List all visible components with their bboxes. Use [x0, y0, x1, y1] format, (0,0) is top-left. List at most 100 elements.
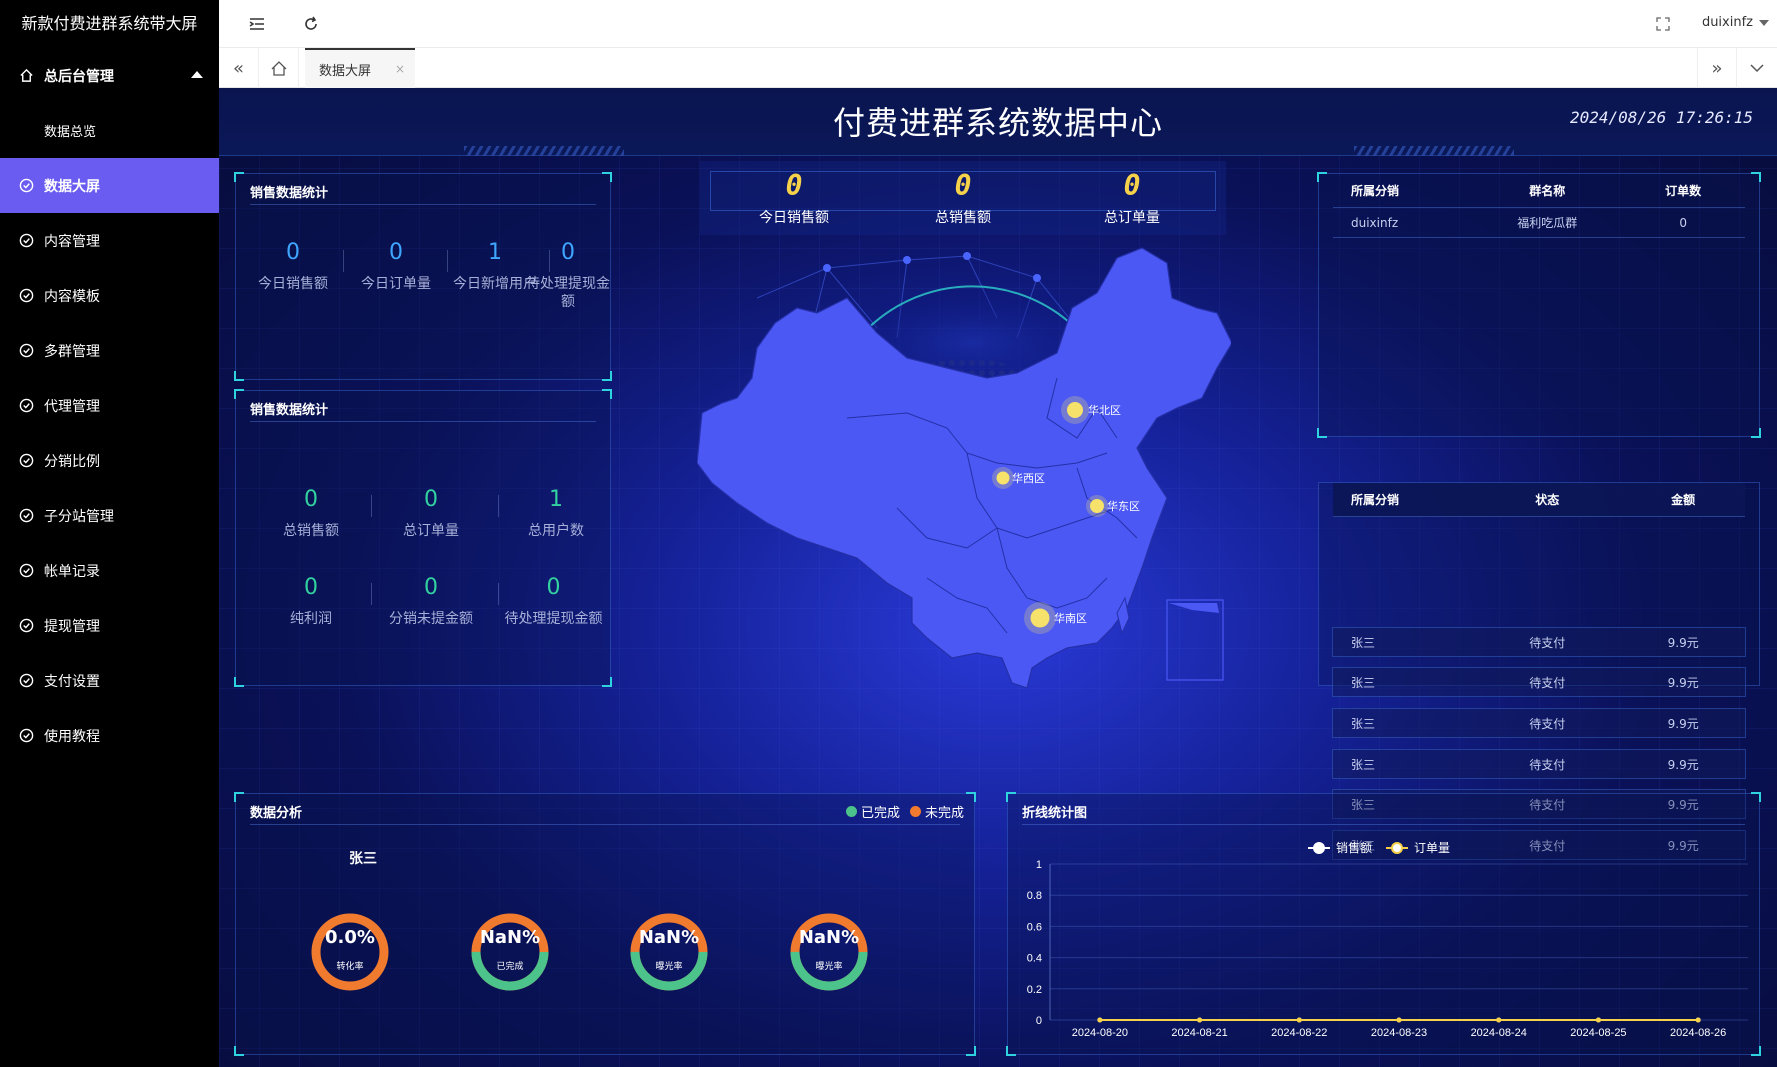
stat-net-profit: 0 纯利润 — [290, 575, 332, 627]
analysis-panel: 数据分析 已完成 未完成 张三 0.0% 转化率 NaN% 已完成 NaN% 曝光率 NaN… — [234, 792, 976, 1056]
china-map: 华北区 华西区 华东区 华南区 — [697, 247, 1231, 689]
table-row[interactable]: 张三 待支付 9.9元 — [1332, 667, 1746, 697]
sidebar-item-label: 支付设置 — [44, 673, 100, 690]
sidebar: 新款付费进群系统带大屏 总后台管理 数据总览 数据大屏 内容管理 内容模板 多群… — [0, 0, 219, 1067]
dashboard-title: 付费进群系统数据中心 — [832, 104, 1163, 142]
x-tick-label: 2024-08-26 — [1670, 1027, 1726, 1039]
analysis-person-name: 张三 — [349, 851, 377, 867]
sidebar-item-admin[interactable]: 总后台管理 — [0, 48, 219, 103]
table-row[interactable]: 张三 待支付 9.9元 — [1332, 627, 1746, 657]
sidebar-item-label: 总后台管理 — [44, 68, 114, 85]
dashboard-header: 付费进群系统数据中心 2024/08/26 17:26:15 — [219, 88, 1777, 156]
sidebar-item-payment[interactable]: 支付设置 — [0, 653, 219, 708]
tabs-scroll-left-icon[interactable]: « — [219, 48, 259, 88]
sidebar-item-tutorial[interactable]: 使用教程 — [0, 708, 219, 763]
top-bar: duixinfz — [219, 0, 1777, 48]
panel-title: 销售数据统计 — [250, 186, 329, 201]
series-point — [1695, 1017, 1701, 1023]
fullscreen-icon[interactable] — [1653, 14, 1673, 34]
sidebar-item-substations[interactable]: 子分站管理 — [0, 488, 219, 543]
series-point — [1396, 1017, 1402, 1023]
series-point — [1595, 1017, 1601, 1023]
chevron-down-icon[interactable] — [1759, 20, 1769, 26]
stat-pending-withdraw-total: 0 待处理提现金额 — [504, 575, 603, 627]
sidebar-item-groups[interactable]: 多群管理 — [0, 323, 219, 378]
table-row[interactable]: duixinfz 福利吃瓜群 0 — [1333, 208, 1745, 238]
y-tick-label: 0.2 — [1027, 984, 1042, 996]
panel-title: 数据分析 — [250, 806, 303, 821]
menu-fold-icon[interactable] — [247, 14, 267, 34]
shield-check-icon — [18, 233, 34, 249]
x-tick-label: 2024-08-21 — [1171, 1027, 1227, 1039]
sidebar-item-agents[interactable]: 代理管理 — [0, 378, 219, 433]
y-tick-label: 0.8 — [1027, 890, 1042, 902]
ring-label: 曝光率 — [815, 962, 843, 972]
sidebar-item-content[interactable]: 内容管理 — [0, 213, 219, 268]
chevron-up-icon — [191, 71, 203, 78]
tab-label: 数据大屏 — [319, 63, 372, 79]
shield-check-icon — [18, 673, 34, 689]
counter-today-sales: 0 今日销售额 — [759, 169, 829, 226]
shield-check-icon — [18, 398, 34, 414]
group-table-panel: 所属分销 群名称 订单数 duixinfz 福利吃瓜群 0 — [1317, 172, 1761, 438]
ring-value: 0.0% — [325, 927, 375, 948]
line-chart: 0 0.2 0.4 0.6 0.8 1 2024-08-20 2024-08-21 2024-0… — [1027, 840, 1748, 1039]
dashboard: 付费进群系统数据中心 2024/08/26 17:26:15 销售数据统计 0 … — [219, 88, 1777, 1067]
tabs-scroll-right-icon[interactable]: » — [1697, 48, 1737, 88]
refresh-icon[interactable] — [301, 14, 321, 34]
sidebar-item-label: 多群管理 — [44, 343, 100, 360]
stat-pending-withdraw: 0 待处理提现金额 — [526, 240, 610, 310]
donut-ring: 0.0% 转化率 — [305, 907, 395, 997]
stat-total-users: 1 总用户数 — [528, 487, 584, 539]
tab-bigscreen[interactable]: 数据大屏 × — [305, 48, 415, 88]
legend-swatch-incomplete — [910, 806, 922, 817]
sidebar-item-commission[interactable]: 分销比例 — [0, 433, 219, 488]
ring-value: NaN% — [798, 927, 860, 948]
y-tick-label: 0.6 — [1027, 921, 1042, 933]
tab-bar: « 数据大屏 × » — [219, 48, 1777, 88]
donut-ring: NaN% 曝光率 — [624, 907, 714, 997]
sidebar-item-overview[interactable]: 数据总览 — [0, 103, 219, 158]
stat-total-orders: 0 总订单量 — [403, 487, 459, 539]
stat-unwithdrawn-commission: 0 分销未提金额 — [389, 575, 473, 627]
counter-total-orders: 0 总订单量 — [1104, 169, 1160, 226]
tabs-dropdown-icon[interactable] — [1737, 48, 1777, 88]
y-tick-label: 0.4 — [1027, 953, 1042, 965]
stat-today-orders: 0 今日订单量 — [361, 240, 431, 292]
panel-title: 销售数据统计 — [250, 403, 329, 418]
close-icon[interactable]: × — [395, 62, 405, 76]
donut-ring: NaN% 曝光率 — [784, 907, 874, 997]
x-tick-label: 2024-08-20 — [1072, 1027, 1128, 1039]
dashboard-datetime: 2024/08/26 17:26:15 — [1569, 108, 1753, 127]
y-tick-label: 1 — [1036, 859, 1042, 871]
home-tab-icon[interactable] — [259, 48, 299, 88]
sidebar-item-bills[interactable]: 帐单记录 — [0, 543, 219, 598]
shield-check-icon — [18, 343, 34, 359]
header-stripe-decoration — [1354, 146, 1514, 156]
home-icon — [18, 68, 34, 84]
shield-check-icon — [18, 178, 34, 194]
legend-swatch-completed — [846, 806, 857, 817]
donut-ring: NaN% 已完成 — [465, 907, 555, 997]
shield-check-icon — [18, 508, 34, 524]
sidebar-item-label: 帐单记录 — [44, 563, 100, 580]
shield-check-icon — [18, 563, 34, 579]
ring-label: 已完成 — [496, 962, 524, 972]
sidebar-item-template[interactable]: 内容模板 — [0, 268, 219, 323]
x-tick-label: 2024-08-22 — [1271, 1027, 1327, 1039]
ring-value: NaN% — [638, 927, 700, 948]
shield-check-icon — [18, 728, 34, 744]
group-table-header: 所属分销 群名称 订单数 — [1333, 174, 1745, 208]
sales-stats-panel: 销售数据统计 0 今日销售额 0 今日订单量 1 今日新增用户 0 待处理提现金… — [234, 172, 612, 381]
region-label-south: 华南区 — [1054, 611, 1087, 625]
header-stripe-decoration — [464, 146, 624, 156]
sidebar-item-withdraw[interactable]: 提现管理 — [0, 598, 219, 653]
shield-check-icon — [18, 288, 34, 304]
table-row[interactable]: 张三 待支付 9.9元 — [1332, 708, 1746, 738]
sidebar-item-bigscreen[interactable]: 数据大屏 — [0, 158, 219, 213]
sidebar-item-label: 提现管理 — [44, 618, 100, 635]
legend-label: 订单量 — [1414, 841, 1450, 855]
table-row[interactable]: 张三 待支付 9.9元 — [1332, 749, 1746, 779]
marker-east — [1086, 495, 1108, 517]
user-menu[interactable]: duixinfz — [1702, 15, 1753, 30]
